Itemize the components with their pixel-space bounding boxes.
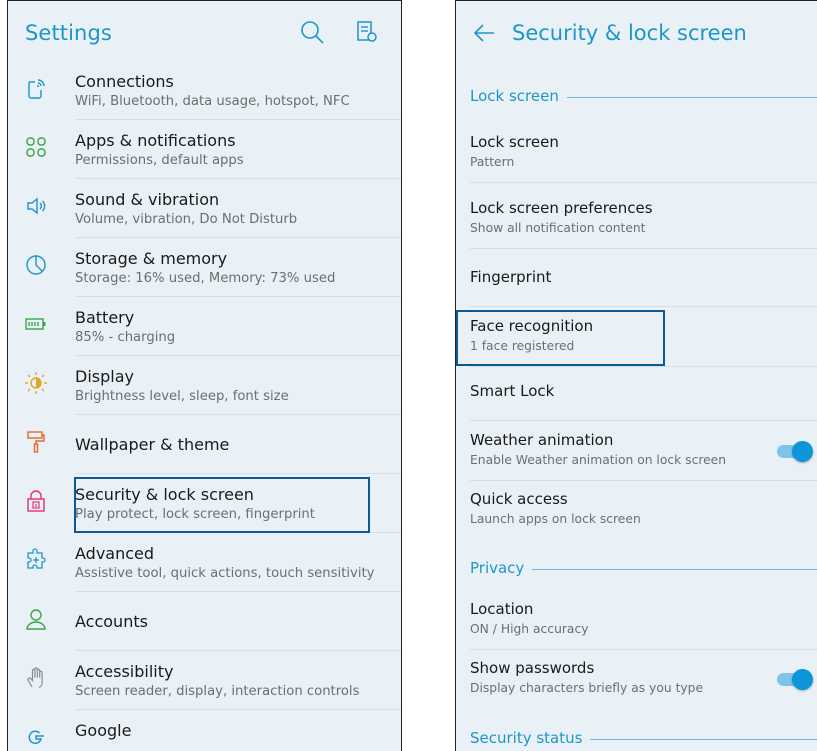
pie-chart-icon bbox=[24, 253, 48, 277]
item-subtitle: Launch apps on lock screen bbox=[470, 512, 641, 526]
item-subtitle: ON / High accuracy bbox=[470, 622, 589, 636]
settings-item-wallpaper[interactable]: Wallpaper & theme bbox=[8, 415, 401, 474]
item-subtitle: 85% - charging bbox=[75, 330, 176, 345]
item-subtitle: Enable Weather animation on lock screen bbox=[470, 453, 727, 467]
item-title: Accounts bbox=[75, 612, 148, 631]
item-title: Weather animation bbox=[470, 431, 614, 449]
settings-item-advanced[interactable]: Advanced Assistive tool, quick actions, … bbox=[8, 533, 401, 592]
setting-lock-screen-preferences[interactable]: Lock screen preferences Show all notific… bbox=[456, 189, 817, 249]
settings-item-security[interactable]: Security & lock screen Play protect, loc… bbox=[8, 474, 401, 533]
item-subtitle: Permissions, default apps bbox=[75, 153, 244, 168]
connections-icon bbox=[24, 76, 48, 100]
toggle-thumb bbox=[792, 669, 813, 690]
settings-item-connections[interactable]: Connections WiFi, Bluetooth, data usage,… bbox=[8, 61, 401, 120]
item-title: Lock screen bbox=[470, 133, 559, 151]
puzzle-icon bbox=[24, 548, 48, 572]
settings-item-google[interactable]: Google bbox=[8, 710, 401, 751]
section-header-security-status: Security status bbox=[470, 727, 817, 749]
item-subtitle: Display characters briefly as you type bbox=[470, 681, 704, 695]
item-title: Fingerprint bbox=[470, 268, 552, 286]
item-title: Quick access bbox=[470, 490, 568, 508]
security-lock-screen: Security & lock screen Lock screen Lock … bbox=[455, 0, 817, 751]
item-subtitle: Play protect, lock screen, fingerprint bbox=[75, 507, 315, 522]
item-title: Accessibility bbox=[75, 662, 174, 681]
settings-list-icon[interactable] bbox=[356, 20, 378, 44]
item-subtitle: 1 face registered bbox=[470, 339, 575, 353]
toggle-thumb bbox=[792, 441, 813, 462]
item-title: Display bbox=[75, 367, 134, 386]
weather-animation-toggle[interactable] bbox=[777, 441, 813, 462]
setting-lock-screen[interactable]: Lock screen Pattern bbox=[456, 123, 817, 183]
lock-icon bbox=[24, 489, 48, 513]
item-subtitle: Pattern bbox=[470, 155, 515, 169]
item-title: Connections bbox=[75, 72, 174, 91]
item-subtitle: Assistive tool, quick actions, touch sen… bbox=[75, 566, 375, 581]
item-subtitle: Brightness level, sleep, font size bbox=[75, 389, 289, 404]
settings-item-accounts[interactable]: Accounts bbox=[8, 592, 401, 651]
setting-fingerprint[interactable]: Fingerprint bbox=[456, 247, 817, 307]
apps-grid-icon bbox=[24, 135, 48, 159]
google-icon bbox=[24, 725, 48, 749]
item-subtitle: WiFi, Bluetooth, data usage, hotspot, NF… bbox=[75, 94, 350, 109]
settings-screen: Settings Connections WiFi, Bluetooth, da… bbox=[7, 0, 402, 751]
settings-item-apps[interactable]: Apps & notifications Permissions, defaul… bbox=[8, 120, 401, 179]
item-title: Google bbox=[75, 721, 132, 740]
setting-smart-lock[interactable]: Smart Lock bbox=[456, 361, 817, 421]
item-title: Battery bbox=[75, 308, 135, 327]
back-arrow-icon[interactable] bbox=[473, 22, 495, 44]
item-subtitle: Screen reader, display, interaction cont… bbox=[75, 684, 360, 699]
search-icon[interactable] bbox=[298, 18, 326, 46]
paint-roller-icon bbox=[24, 430, 48, 454]
section-label: Privacy bbox=[470, 559, 533, 577]
page-title: Settings bbox=[25, 21, 112, 45]
settings-item-battery[interactable]: Battery 85% - charging bbox=[8, 297, 401, 356]
settings-item-display[interactable]: Display Brightness level, sleep, font si… bbox=[8, 356, 401, 415]
item-subtitle: Storage: 16% used, Memory: 73% used bbox=[75, 271, 336, 286]
battery-icon bbox=[24, 312, 48, 336]
security-header: Security & lock screen bbox=[456, 1, 817, 61]
setting-show-passwords[interactable]: Show passwords Display characters briefl… bbox=[456, 649, 817, 709]
item-title: Sound & vibration bbox=[75, 190, 220, 209]
divider bbox=[470, 182, 817, 183]
settings-item-storage[interactable]: Storage & memory Storage: 16% used, Memo… bbox=[8, 238, 401, 297]
speaker-icon bbox=[24, 194, 48, 218]
person-icon bbox=[24, 607, 48, 631]
setting-face-recognition[interactable]: Face recognition 1 face registered bbox=[456, 307, 817, 367]
show-passwords-toggle[interactable] bbox=[777, 669, 813, 690]
item-title: Advanced bbox=[75, 544, 155, 563]
setting-quick-access[interactable]: Quick access Launch apps on lock screen bbox=[456, 480, 817, 540]
item-subtitle: Show all notification content bbox=[470, 221, 646, 235]
page-title: Security & lock screen bbox=[512, 21, 747, 45]
item-title: Wallpaper & theme bbox=[75, 435, 230, 454]
setting-location[interactable]: Location ON / High accuracy bbox=[456, 590, 817, 650]
settings-header: Settings bbox=[8, 1, 401, 61]
item-title: Show passwords bbox=[470, 659, 595, 677]
item-title: Face recognition bbox=[470, 317, 594, 335]
section-header-privacy: Privacy bbox=[470, 557, 817, 579]
settings-item-accessibility[interactable]: Accessibility Screen reader, display, in… bbox=[8, 651, 401, 710]
section-label: Lock screen bbox=[470, 87, 567, 105]
item-title: Apps & notifications bbox=[75, 131, 236, 150]
item-title: Lock screen preferences bbox=[470, 199, 653, 217]
section-label: Security status bbox=[470, 729, 591, 747]
item-title: Security & lock screen bbox=[75, 485, 254, 504]
item-title: Storage & memory bbox=[75, 249, 228, 268]
item-title: Location bbox=[470, 600, 534, 618]
hand-icon bbox=[24, 666, 48, 690]
item-title: Smart Lock bbox=[470, 382, 555, 400]
settings-item-sound[interactable]: Sound & vibration Volume, vibration, Do … bbox=[8, 179, 401, 238]
section-header-lock-screen: Lock screen bbox=[470, 85, 817, 107]
item-subtitle: Volume, vibration, Do Not Disturb bbox=[75, 212, 298, 227]
brightness-icon bbox=[24, 371, 48, 395]
setting-weather-animation[interactable]: Weather animation Enable Weather animati… bbox=[456, 421, 817, 481]
